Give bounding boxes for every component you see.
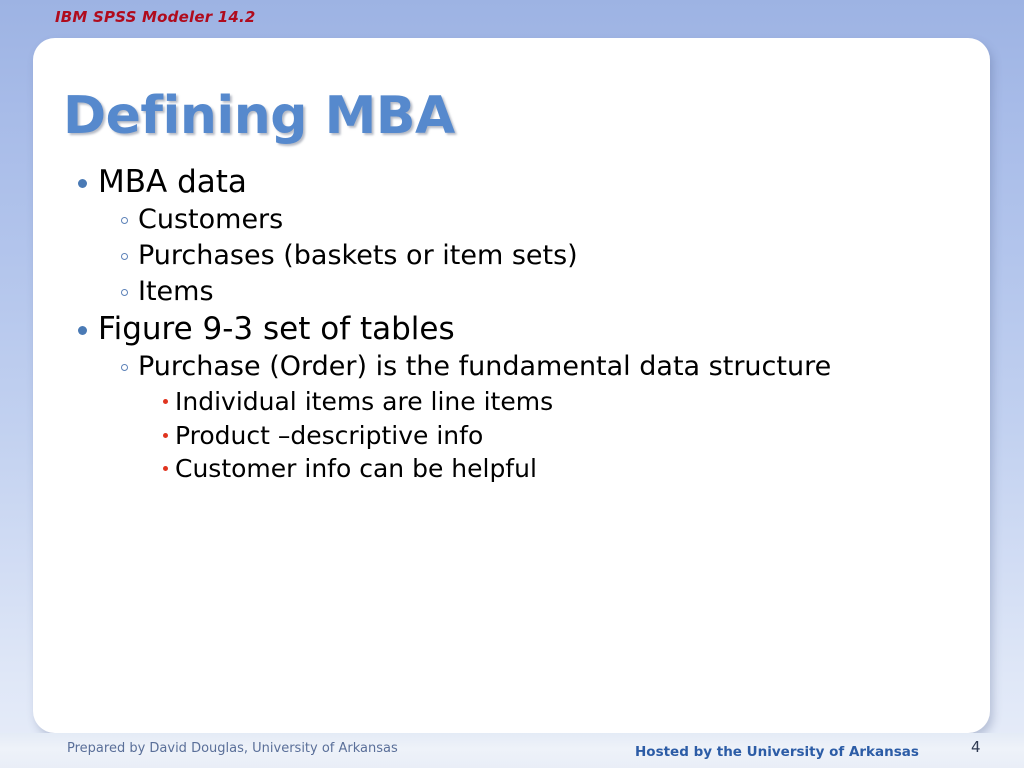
bullet-marker-hollow-circle-icon bbox=[121, 253, 128, 261]
bullet-text: Purchase (Order) is the fundamental data… bbox=[138, 350, 832, 382]
bullet-list: MBA data Customers Purchases (baskets or… bbox=[65, 163, 970, 486]
bullet-marker-filled-dot-icon bbox=[78, 325, 87, 335]
slide-number: 4 bbox=[971, 738, 981, 756]
bullet-marker-filled-dot-icon bbox=[78, 179, 87, 188]
footer-attribution: Prepared by David Douglas, University of… bbox=[67, 741, 398, 756]
bullet-text: Customers bbox=[138, 204, 284, 236]
bullet-marker-red-dot-icon bbox=[163, 432, 168, 438]
bullet-marker-hollow-circle-icon bbox=[121, 217, 128, 225]
footer-host: Hosted by the University of Arkansas bbox=[635, 744, 919, 760]
bullet-marker-hollow-circle-icon bbox=[121, 363, 128, 371]
bullet-text: Items bbox=[138, 275, 214, 307]
page-title: Defining MBA bbox=[63, 86, 455, 146]
bullet-marker-hollow-circle-icon bbox=[121, 288, 128, 296]
bullet-item: Purchase (Order) is the fundamental data… bbox=[65, 349, 970, 385]
bullet-item: Purchases (baskets or item sets) bbox=[65, 238, 970, 274]
bullet-marker-red-dot-icon bbox=[163, 398, 168, 404]
bullet-item: MBA data bbox=[65, 163, 970, 201]
bullet-item: Figure 9-3 set of tables bbox=[65, 310, 970, 348]
bullet-marker-red-dot-icon bbox=[163, 466, 168, 472]
slide-card: Defining MBA MBA data Customers Purchase… bbox=[33, 38, 990, 733]
bullet-item: Individual items are line items bbox=[65, 385, 970, 419]
bullet-item: Customers bbox=[65, 202, 970, 238]
bullet-text: Customer info can be helpful bbox=[175, 454, 537, 484]
bullet-text: Purchases (baskets or item sets) bbox=[138, 240, 578, 272]
brand-header: IBM SPSS Modeler 14.2 bbox=[55, 8, 256, 26]
bullet-text: Individual items are line items bbox=[175, 386, 554, 416]
bullet-item: Items bbox=[65, 274, 970, 310]
bullet-text: MBA data bbox=[98, 164, 247, 200]
bullet-item: Customer info can be helpful bbox=[65, 452, 970, 486]
bullet-item: Product –descriptive info bbox=[65, 419, 970, 453]
bullet-text: Product –descriptive info bbox=[175, 420, 484, 450]
bullet-text: Figure 9-3 set of tables bbox=[98, 310, 455, 347]
